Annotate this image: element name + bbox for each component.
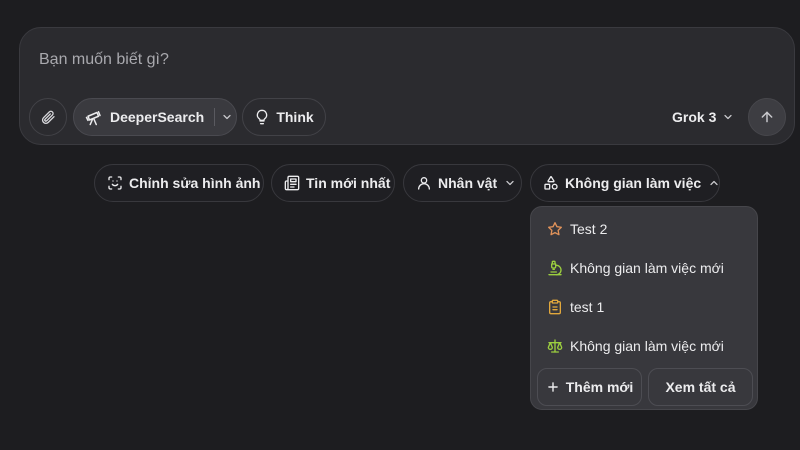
workspace-item-new-2[interactable]: Không gian làm việc mới	[531, 329, 759, 363]
pill-divider	[214, 108, 216, 126]
add-workspace-label: Thêm mới	[565, 379, 634, 395]
chip-persona[interactable]: Nhân vật	[403, 164, 522, 202]
workspace-item-label: Không gian làm việc mới	[570, 260, 724, 276]
arrow-up-icon	[759, 109, 775, 125]
chip-label: Chỉnh sửa hình ảnh	[129, 175, 261, 191]
image-edit-icon	[107, 175, 123, 191]
scale-icon	[547, 338, 563, 354]
attach-button[interactable]	[29, 98, 67, 136]
microscope-icon	[547, 260, 563, 276]
deepersearch-button[interactable]: DeeperSearch	[73, 98, 237, 136]
chevron-down-icon[interactable]	[221, 111, 233, 123]
prompt-input[interactable]	[39, 48, 639, 72]
lightbulb-icon	[254, 109, 270, 125]
add-workspace-button[interactable]: Thêm mới	[537, 368, 642, 406]
chip-latest-news[interactable]: Tin mới nhất	[271, 164, 395, 202]
workspace-dropdown: Test 2 Không gian làm việc mới test 1 Kh…	[530, 206, 758, 410]
workspace-item-new-1[interactable]: Không gian làm việc mới	[531, 251, 759, 285]
chat-composer: DeeperSearch Think Grok 3	[19, 27, 795, 145]
newspaper-icon	[284, 175, 300, 191]
chip-edit-image[interactable]: Chỉnh sửa hình ảnh	[94, 164, 264, 202]
plus-icon	[546, 380, 560, 394]
think-label: Think	[276, 109, 314, 125]
chevron-up-icon	[708, 177, 720, 189]
star-icon	[547, 221, 563, 237]
chip-workspace[interactable]: Không gian làm việc	[530, 164, 720, 202]
clipboard-icon	[547, 299, 563, 315]
deepersearch-label: DeeperSearch	[110, 109, 205, 125]
chip-label: Nhân vật	[438, 175, 498, 191]
paperclip-icon	[40, 109, 56, 125]
telescope-icon	[85, 108, 103, 126]
workspace-item-label: Test 2	[570, 221, 608, 237]
workspace-item-label: test 1	[570, 299, 605, 315]
workspace-item-test-2[interactable]: Test 2	[531, 212, 759, 246]
chevron-down-icon	[504, 177, 516, 189]
view-all-label: Xem tất cả	[665, 379, 736, 395]
chip-label: Không gian làm việc	[565, 175, 702, 191]
workspace-item-test-1[interactable]: test 1	[531, 290, 759, 324]
view-all-button[interactable]: Xem tất cả	[648, 368, 753, 406]
workspace-item-label: Không gian làm việc mới	[570, 338, 724, 354]
person-icon	[416, 175, 432, 191]
app-root: DeeperSearch Think Grok 3	[0, 0, 800, 450]
chevron-down-icon	[722, 111, 734, 123]
shapes-icon	[543, 175, 559, 191]
model-selector[interactable]: Grok 3	[672, 105, 734, 129]
chip-label: Tin mới nhất	[306, 175, 391, 191]
model-label: Grok 3	[672, 109, 717, 125]
send-button[interactable]	[748, 98, 786, 136]
think-button[interactable]: Think	[242, 98, 326, 136]
